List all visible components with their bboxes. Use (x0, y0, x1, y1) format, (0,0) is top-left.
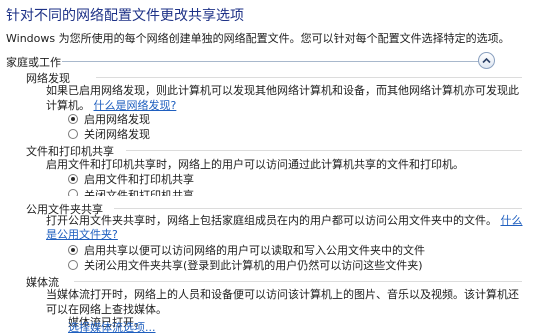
chevron-up-icon (482, 57, 491, 64)
section-divider (114, 208, 522, 209)
radio-label: 关闭网络发现 (84, 128, 150, 141)
radio-label: 启用共享以便可以访问网络的用户可以读取和写入公用文件夹中的文件 (84, 244, 425, 257)
radio-button[interactable] (68, 260, 78, 270)
radio-disable-network-discovery[interactable]: 关闭网络发现 (68, 127, 150, 141)
media-streaming-options-row: 选择媒体流选项... (68, 320, 156, 335)
public-folder-desc-line2: 是公用文件夹? (46, 227, 118, 242)
radio-button-checked[interactable] (68, 245, 78, 255)
radio-label: 启用文件和打印机共享 (84, 173, 194, 186)
radio-enable-public-folder-sharing[interactable]: 启用共享以便可以访问网络的用户可以读取和写入公用文件夹中的文件 (68, 243, 425, 257)
collapse-button[interactable] (478, 52, 495, 69)
media-streaming-options-link[interactable]: 选择媒体流选项... (68, 321, 156, 334)
public-folder-desc-text: 打开公用文件夹共享时，网络上包括家庭组成员在内的用户都可以访问公用文件夹中的文件… (46, 214, 497, 227)
radio-disable-public-folder-sharing[interactable]: 关闭公用文件夹共享(登录到此计算机的用户仍然可以访问这些文件夹) (68, 258, 423, 272)
page-subtitle: Windows 为您所使用的每个网络创建单独的网络配置文件。您可以针对每个配置文… (6, 32, 510, 45)
radio-label: 关闭公用文件夹共享(登录到此计算机的用户仍然可以访问这些文件夹) (84, 259, 423, 272)
radio-enable-network-discovery[interactable]: 启用网络发现 (68, 112, 150, 126)
group-divider (62, 61, 484, 62)
public-folder-help-link-part2[interactable]: 是公用文件夹? (46, 228, 118, 241)
radio-button-checked[interactable] (68, 114, 78, 124)
radio-label: 启用网络发现 (84, 113, 150, 126)
radio-button[interactable] (68, 189, 78, 196)
public-folder-desc-line1: 打开公用文件夹共享时，网络上包括家庭组成员在内的用户都可以访问公用文件夹中的文件… (46, 213, 523, 228)
section-divider (96, 77, 522, 78)
radio-enable-file-printer-sharing[interactable]: 启用文件和打印机共享 (68, 172, 194, 186)
profile-group-header: 家庭或工作 (4, 52, 502, 69)
section-divider (126, 150, 522, 151)
network-discovery-desc-line1: 如果已启用网络发现，则此计算机可以发现其他网络计算机和设备，而其他网络计算机亦可… (46, 84, 519, 97)
media-streaming-desc-line1: 当媒体流打开时，网络上的人员和设备便可以访问该计算机上的图片、音乐以及视频。该计… (46, 288, 519, 301)
radio-disable-file-printer-sharing[interactable]: 关闭文件和打印机共享 (68, 187, 194, 196)
radio-label: 关闭文件和打印机共享 (84, 189, 194, 196)
section-divider (74, 281, 522, 282)
public-folder-help-link-part1[interactable]: 什么 (501, 214, 523, 227)
page-title: 针对不同的网络配置文件更改共享选项 (6, 8, 244, 24)
profile-group-label: 家庭或工作 (6, 56, 61, 69)
radio-button-checked[interactable] (68, 174, 78, 184)
file-printer-sharing-desc: 启用文件和打印机共享时，网络上的用户可以访问通过此计算机共享的文件和打印机。 (46, 158, 464, 171)
radio-button[interactable] (68, 129, 78, 139)
